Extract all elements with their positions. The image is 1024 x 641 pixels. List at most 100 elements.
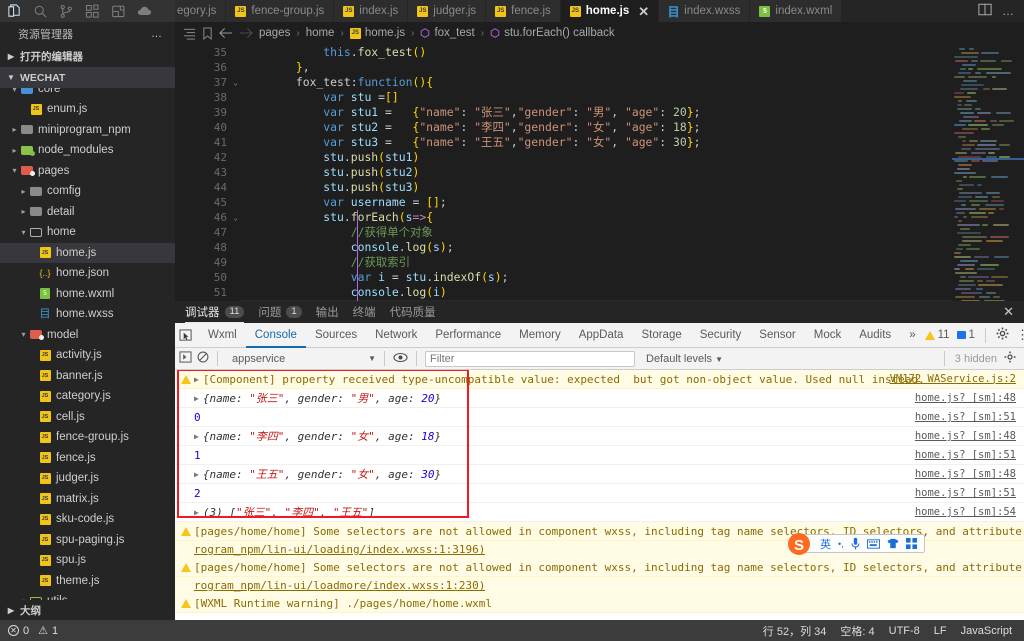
minimap[interactable] <box>952 44 1024 301</box>
tab-sensor[interactable]: Sensor <box>750 323 804 348</box>
tree-item[interactable]: ▸ miniprogram_npm <box>0 120 175 141</box>
tabs-overflow-icon[interactable]: » <box>900 323 924 348</box>
tab-1[interactable]: JS fence-group.js <box>226 0 335 22</box>
live-expression-icon[interactable] <box>393 352 408 366</box>
info-count-badge[interactable]: 1 <box>956 329 975 341</box>
source-control-icon[interactable] <box>58 3 75 20</box>
console-warning-row[interactable]: [pages/home/home] Some selectors are not… <box>175 558 1024 577</box>
tab-audits[interactable]: Audits <box>850 323 900 348</box>
tab-memory[interactable]: Memory <box>510 323 570 348</box>
tab-4[interactable]: JS fence.js <box>486 0 561 22</box>
console-settings-icon[interactable] <box>1004 351 1016 366</box>
tree-item[interactable]: JS activity.js <box>0 345 175 366</box>
status-eol[interactable]: LF <box>934 625 947 637</box>
console-output[interactable]: ▶ [Component] property received type-unco… <box>175 370 1024 620</box>
chevron-down-icon[interactable]: ▾ <box>9 88 20 94</box>
tree-item[interactable]: JS matrix.js <box>0 489 175 510</box>
tree-item[interactable]: ▸ comfig <box>0 181 175 202</box>
breadcrumb-item-home[interactable]: home <box>306 27 335 39</box>
panel-tab-debugger[interactable]: 调试器 11 <box>185 301 245 323</box>
code-line[interactable]: var stu =[] <box>241 90 1024 105</box>
execute-context-icon[interactable] <box>179 351 192 366</box>
tab-appdata[interactable]: AppData <box>570 323 633 348</box>
sidebar-section-outline[interactable]: ▶ 大纲 <box>0 600 175 620</box>
panel-tab-output[interactable]: 输出 <box>316 301 339 323</box>
cloud-icon[interactable] <box>136 3 153 20</box>
bookmark-icon[interactable] <box>202 26 213 40</box>
panel-close-icon[interactable]: ✕ <box>1003 304 1024 320</box>
expand-arrow-icon[interactable]: ▶ <box>194 470 199 479</box>
tree-item[interactable]: ▾ model <box>0 325 175 346</box>
warning-count-badge[interactable]: 11 <box>924 329 950 341</box>
code-line[interactable]: var stu1 = {"name": "张三","gender": "男", … <box>241 105 1024 120</box>
status-encoding[interactable]: UTF-8 <box>889 625 920 637</box>
code-line[interactable]: }, <box>241 60 1024 75</box>
sidebar-section-wechat[interactable]: ▼ WECHAT <box>0 67 175 88</box>
clear-console-icon[interactable] <box>197 351 209 366</box>
breadcrumb-item-pages[interactable]: pages <box>259 27 290 39</box>
breadcrumb-item-callback[interactable]: stu.forEach() callback <box>490 27 615 39</box>
console-object[interactable]: {name: "王五", gender: "女", age: 30} <box>203 466 441 482</box>
console-source-link[interactable]: home.js? [sm]:48 <box>915 392 1016 404</box>
inspect-element-icon[interactable] <box>179 328 193 342</box>
console-object[interactable]: {name: "张三", gender: "男", age: 20} <box>203 390 441 406</box>
soft-keyboard-icon[interactable] <box>866 538 880 549</box>
console-warning-row[interactable]: [WXML Runtime warning] ./pages/home/home… <box>175 594 1024 613</box>
chevron-down-icon[interactable]: ▾ <box>18 228 29 237</box>
console-log-row[interactable]: ▶ {name: "张三", gender: "男", age: 20} home.… <box>175 389 1024 408</box>
tree-item[interactable]: 5 home.wxml <box>0 284 175 305</box>
tree-item[interactable]: JS fence.js <box>0 448 175 469</box>
tree-item[interactable]: 目 home.wxss <box>0 304 175 325</box>
console-source-link[interactable]: home.js? [sm]:48 <box>915 430 1016 442</box>
search-icon[interactable] <box>32 3 49 20</box>
tab-3[interactable]: JS judger.js <box>408 0 487 22</box>
code-line[interactable]: stu.push(stu2) <box>241 165 1024 180</box>
tab-2[interactable]: JS index.js <box>334 0 409 22</box>
code-line[interactable]: //获得单个对象 <box>241 225 1024 240</box>
console-source-link[interactable]: home.js? [sm]:54 <box>915 506 1016 518</box>
close-icon[interactable]: ✕ <box>638 5 649 18</box>
sidebar-section-open-editors[interactable]: ▶ 打开的编辑器 <box>0 46 175 67</box>
tab-7[interactable]: 5 index.wxml <box>750 0 843 22</box>
chevron-down-icon[interactable]: ▾ <box>18 330 29 339</box>
code-line[interactable]: //获取索引 <box>241 255 1024 270</box>
code-line[interactable]: var username = []; <box>241 195 1024 210</box>
breadcrumb-item-home-js[interactable]: JS home.js <box>349 27 405 39</box>
panel-tab-terminal[interactable]: 终端 <box>353 301 376 323</box>
tree-item[interactable]: JS category.js <box>0 386 175 407</box>
console-object[interactable]: {name: "李四", gender: "女", age: 18} <box>203 428 441 444</box>
panel-tab-problems[interactable]: 问题 1 <box>258 301 302 323</box>
tree-item[interactable]: JS spu-paging.js <box>0 530 175 551</box>
chevron-right-icon[interactable]: ▸ <box>18 207 29 216</box>
ime-toolbar[interactable]: S 英 •, <box>788 533 925 555</box>
tab-performance[interactable]: Performance <box>426 323 510 348</box>
tree-item[interactable]: JS cell.js <box>0 407 175 428</box>
code-line[interactable]: this.fox_test() <box>241 45 1024 60</box>
tree-item[interactable]: {..} home.json <box>0 263 175 284</box>
code-line[interactable]: var i = stu.indexOf(s); <box>241 270 1024 285</box>
tree-item[interactable]: JS judger.js <box>0 468 175 489</box>
tab-network[interactable]: Network <box>366 323 426 348</box>
console-warning-row[interactable]: ▶ [Component] property received type-unco… <box>175 370 1024 389</box>
panel-tab-code-quality[interactable]: 代码质量 <box>390 301 436 323</box>
voice-input-icon[interactable] <box>851 537 860 550</box>
chevron-right-icon[interactable]: ▸ <box>9 125 20 134</box>
file-tree[interactable]: ▾ core JS enum.js ▸ miniprogram_npm ▸ node_modu… <box>0 88 175 600</box>
sidebar-more-icon[interactable]: … <box>151 28 163 40</box>
code-line[interactable]: var stu3 = {"name": "王五","gender": "女", … <box>241 135 1024 150</box>
tab-security[interactable]: Security <box>691 323 751 348</box>
context-selector[interactable]: appservice ▼ <box>226 353 376 365</box>
tree-item[interactable]: JS banner.js <box>0 366 175 387</box>
tab-mock[interactable]: Mock <box>805 323 850 348</box>
console-source-link[interactable]: home.js? [sm]:48 <box>915 468 1016 480</box>
gear-icon[interactable] <box>996 327 1009 343</box>
status-language-mode[interactable]: JavaScript <box>961 625 1012 637</box>
tab-console[interactable]: Console <box>246 323 306 348</box>
chevron-right-icon[interactable]: ▸ <box>9 146 20 155</box>
console-log-row[interactable]: ▶ {name: "王五", gender: "女", age: 30} home.… <box>175 465 1024 484</box>
expand-arrow-icon[interactable]: ▶ <box>194 508 199 517</box>
toolbox-icon[interactable] <box>905 538 917 549</box>
expand-arrow-icon[interactable]: ▶ <box>194 432 199 441</box>
punctuation-icon[interactable]: •, <box>838 539 844 549</box>
status-indentation[interactable]: 空格: 4 <box>840 623 874 639</box>
